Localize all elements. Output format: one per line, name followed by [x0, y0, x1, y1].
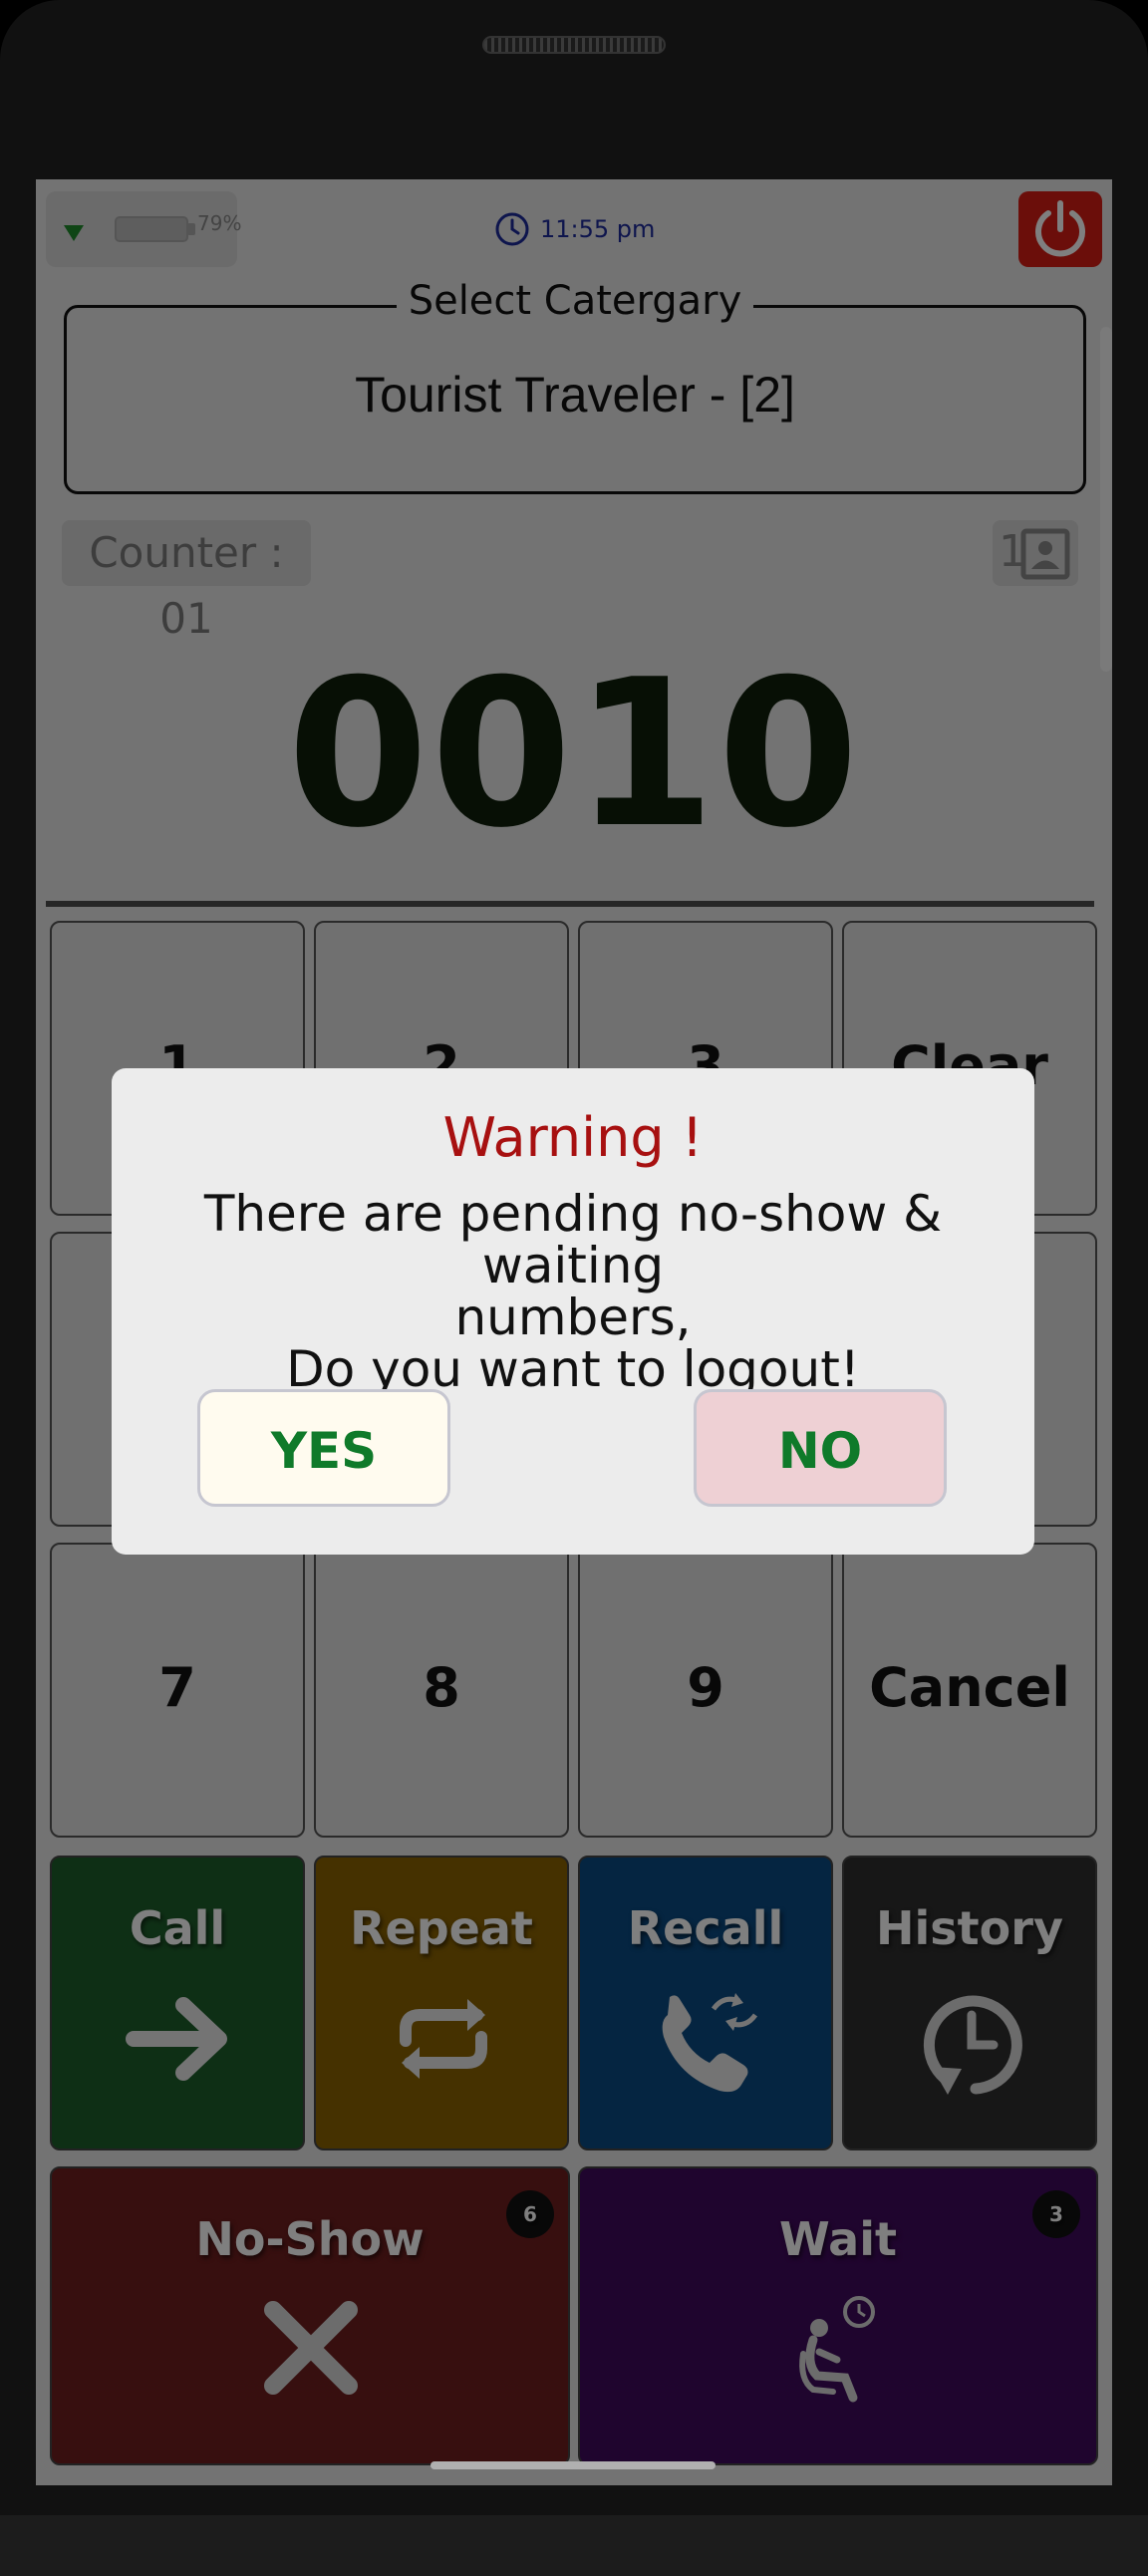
yes-button[interactable]: YES [197, 1389, 450, 1507]
dialog-message-line: Do you want to logout! [286, 1340, 860, 1398]
app-screen: 79% 11:55 pm Select Catergary Tourist Tr… [36, 179, 1112, 2485]
dialog-message: There are pending no-show & waiting numb… [112, 1188, 1034, 1395]
logout-warning-dialog: Warning ! There are pending no-show & wa… [112, 1068, 1034, 1555]
home-indicator[interactable] [430, 2461, 716, 2469]
dialog-message-line: numbers, [454, 1288, 692, 1346]
dialog-message-line: There are pending no-show & waiting [203, 1185, 943, 1294]
dialog-title: Warning ! [442, 1106, 704, 1169]
no-button[interactable]: NO [694, 1389, 947, 1507]
earpiece-speaker [482, 36, 666, 54]
phone-chin [0, 2515, 1148, 2576]
